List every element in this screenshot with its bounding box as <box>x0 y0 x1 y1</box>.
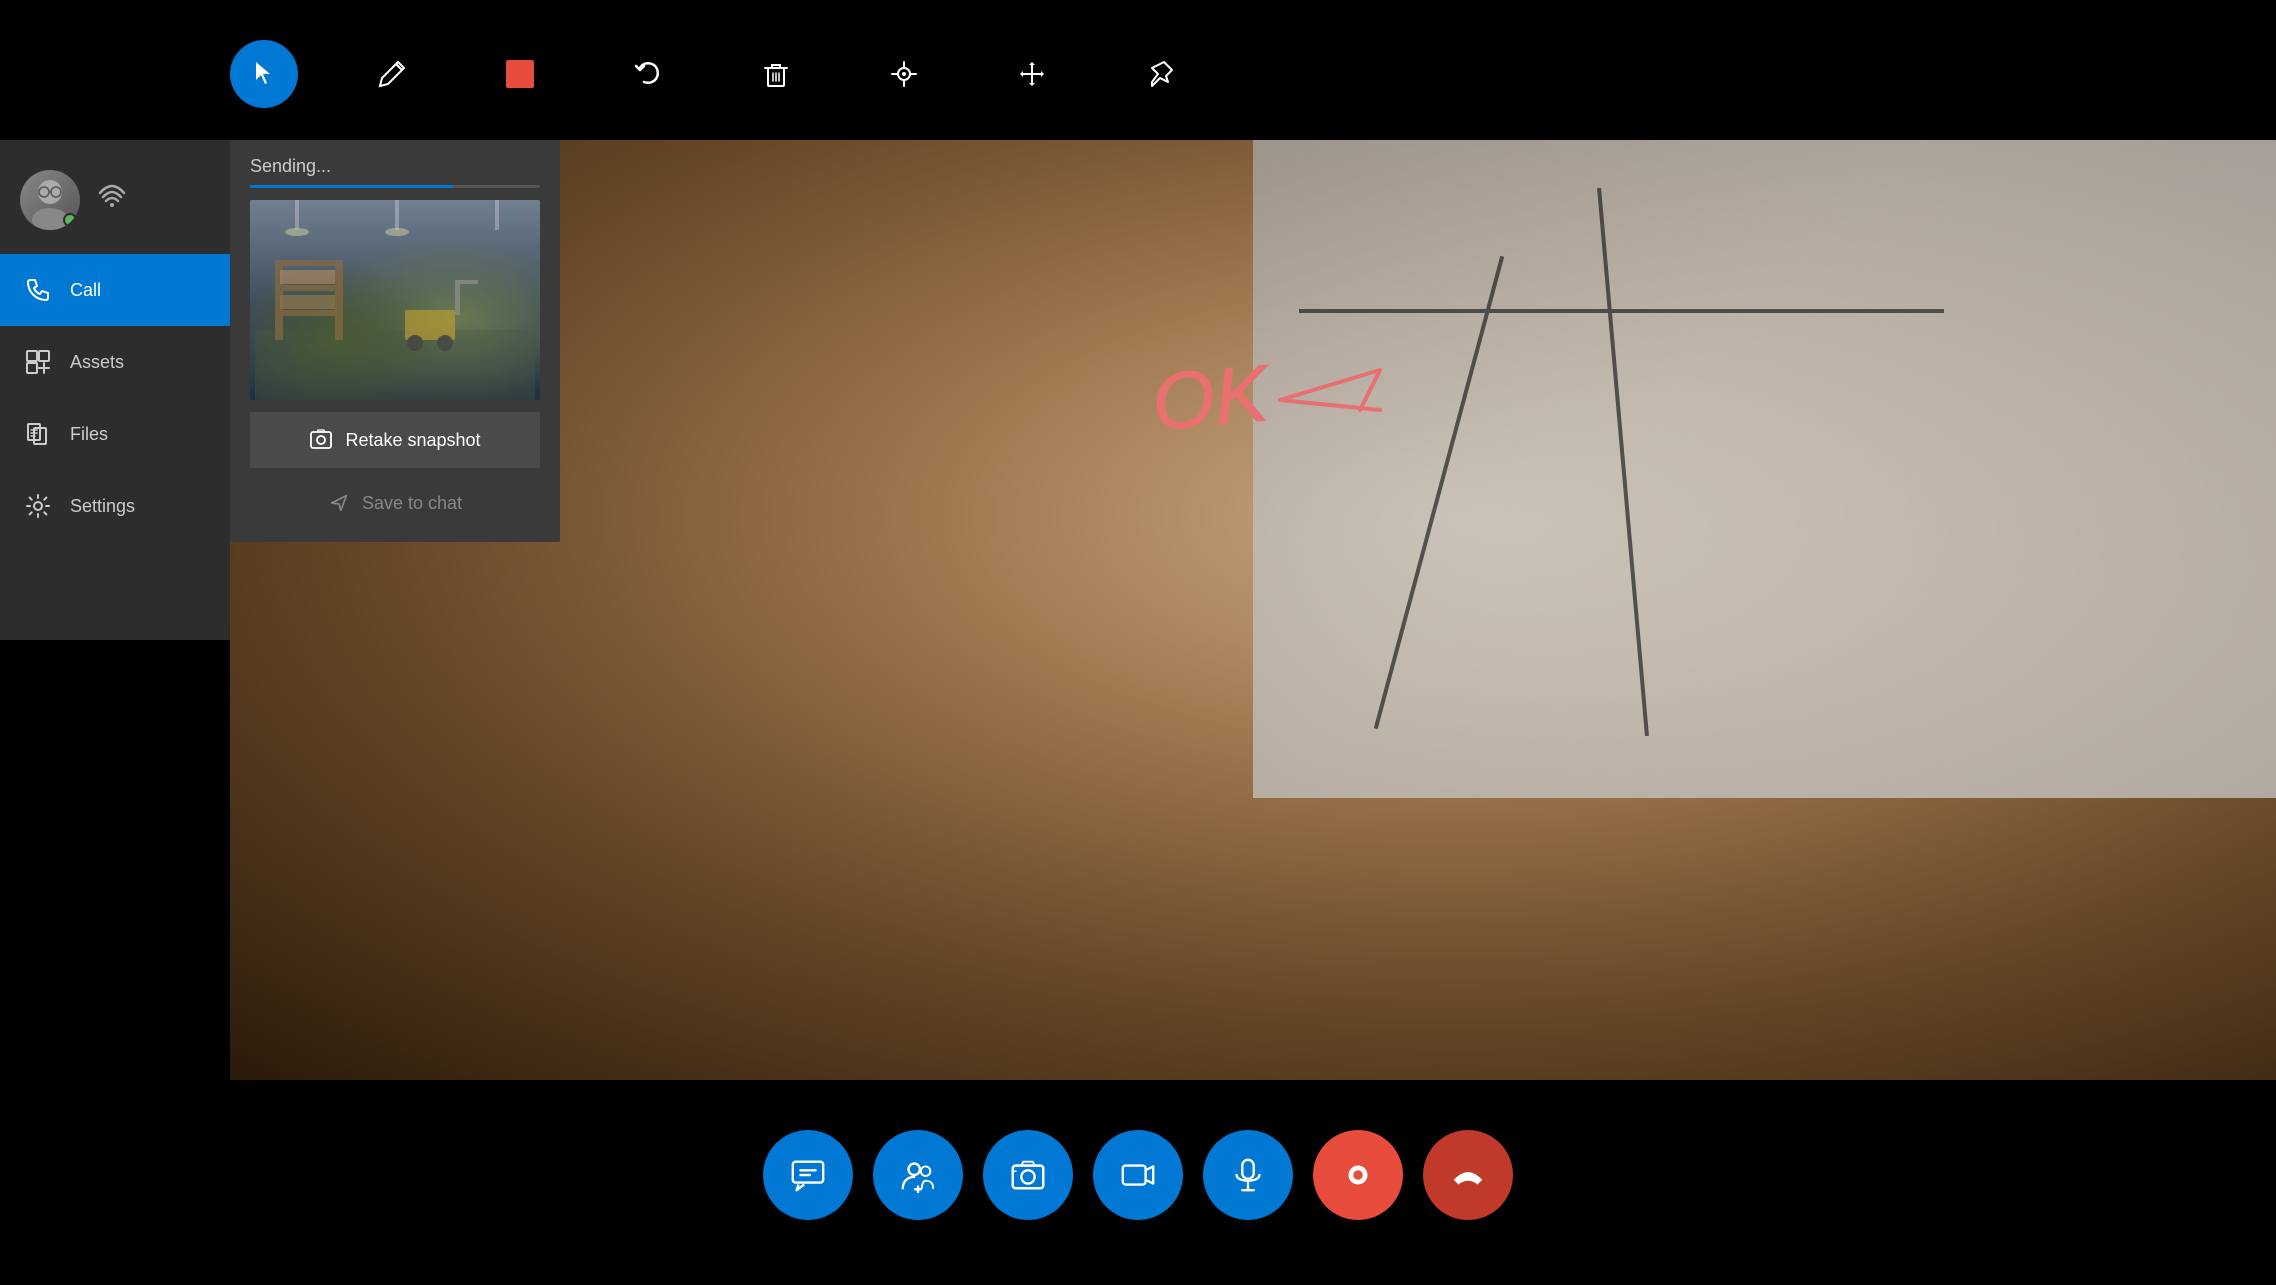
retake-icon <box>309 428 333 452</box>
participants-icon <box>899 1156 937 1194</box>
save-label: Save to chat <box>362 493 462 514</box>
chat-icon <box>789 1156 827 1194</box>
files-icon <box>24 420 52 448</box>
snapshot-icon <box>1009 1156 1047 1194</box>
call-icon <box>24 276 52 304</box>
snapshot-image <box>250 200 540 400</box>
progress-bar-fill <box>250 185 453 188</box>
call-controls <box>763 1130 1513 1220</box>
assets-label: Assets <box>70 352 124 373</box>
move-button[interactable] <box>998 40 1066 108</box>
factory-svg <box>250 200 540 400</box>
laser-button[interactable] <box>870 40 938 108</box>
sidebar: Call Assets Files <box>0 140 230 640</box>
settings-icon <box>24 492 52 520</box>
record-icon <box>1339 1156 1377 1194</box>
save-to-chat-button[interactable]: Save to chat <box>250 476 540 530</box>
wifi-icon <box>96 181 128 219</box>
pin-button[interactable] <box>1126 40 1194 108</box>
undo-button[interactable] <box>614 40 682 108</box>
chat-button[interactable] <box>763 1130 853 1220</box>
record-button[interactable] <box>1313 1130 1403 1220</box>
sidebar-item-assets[interactable]: Assets <box>0 326 230 398</box>
mic-icon <box>1229 1156 1267 1194</box>
retake-label: Retake snapshot <box>345 430 480 451</box>
settings-label: Settings <box>70 496 135 517</box>
top-toolbar <box>230 40 1194 108</box>
assets-icon <box>24 348 52 376</box>
files-label: Files <box>70 424 108 445</box>
sidebar-nav: Call Assets Files <box>0 254 230 542</box>
send-icon <box>328 492 350 514</box>
microphone-button[interactable] <box>1203 1130 1293 1220</box>
retake-snapshot-button[interactable]: Retake snapshot <box>250 412 540 468</box>
online-badge <box>63 213 77 227</box>
pointer-button[interactable] <box>230 40 298 108</box>
avatar <box>20 170 80 230</box>
camera-icon <box>1119 1156 1157 1194</box>
progress-bar-container <box>250 185 540 188</box>
pen-button[interactable] <box>358 40 426 108</box>
end-call-button[interactable] <box>1423 1130 1513 1220</box>
participants-button[interactable] <box>873 1130 963 1220</box>
snapshot-button[interactable] <box>983 1130 1073 1220</box>
call-label: Call <box>70 280 101 301</box>
shape-button[interactable] <box>486 40 554 108</box>
snapshot-panel: Sending... <box>230 140 560 542</box>
sidebar-header <box>0 150 230 254</box>
sidebar-item-call[interactable]: Call <box>0 254 230 326</box>
sending-label: Sending... <box>230 140 560 185</box>
sidebar-item-settings[interactable]: Settings <box>0 470 230 542</box>
delete-button[interactable] <box>742 40 810 108</box>
end-call-icon <box>1449 1156 1487 1194</box>
sidebar-item-files[interactable]: Files <box>0 398 230 470</box>
camera-button[interactable] <box>1093 1130 1183 1220</box>
